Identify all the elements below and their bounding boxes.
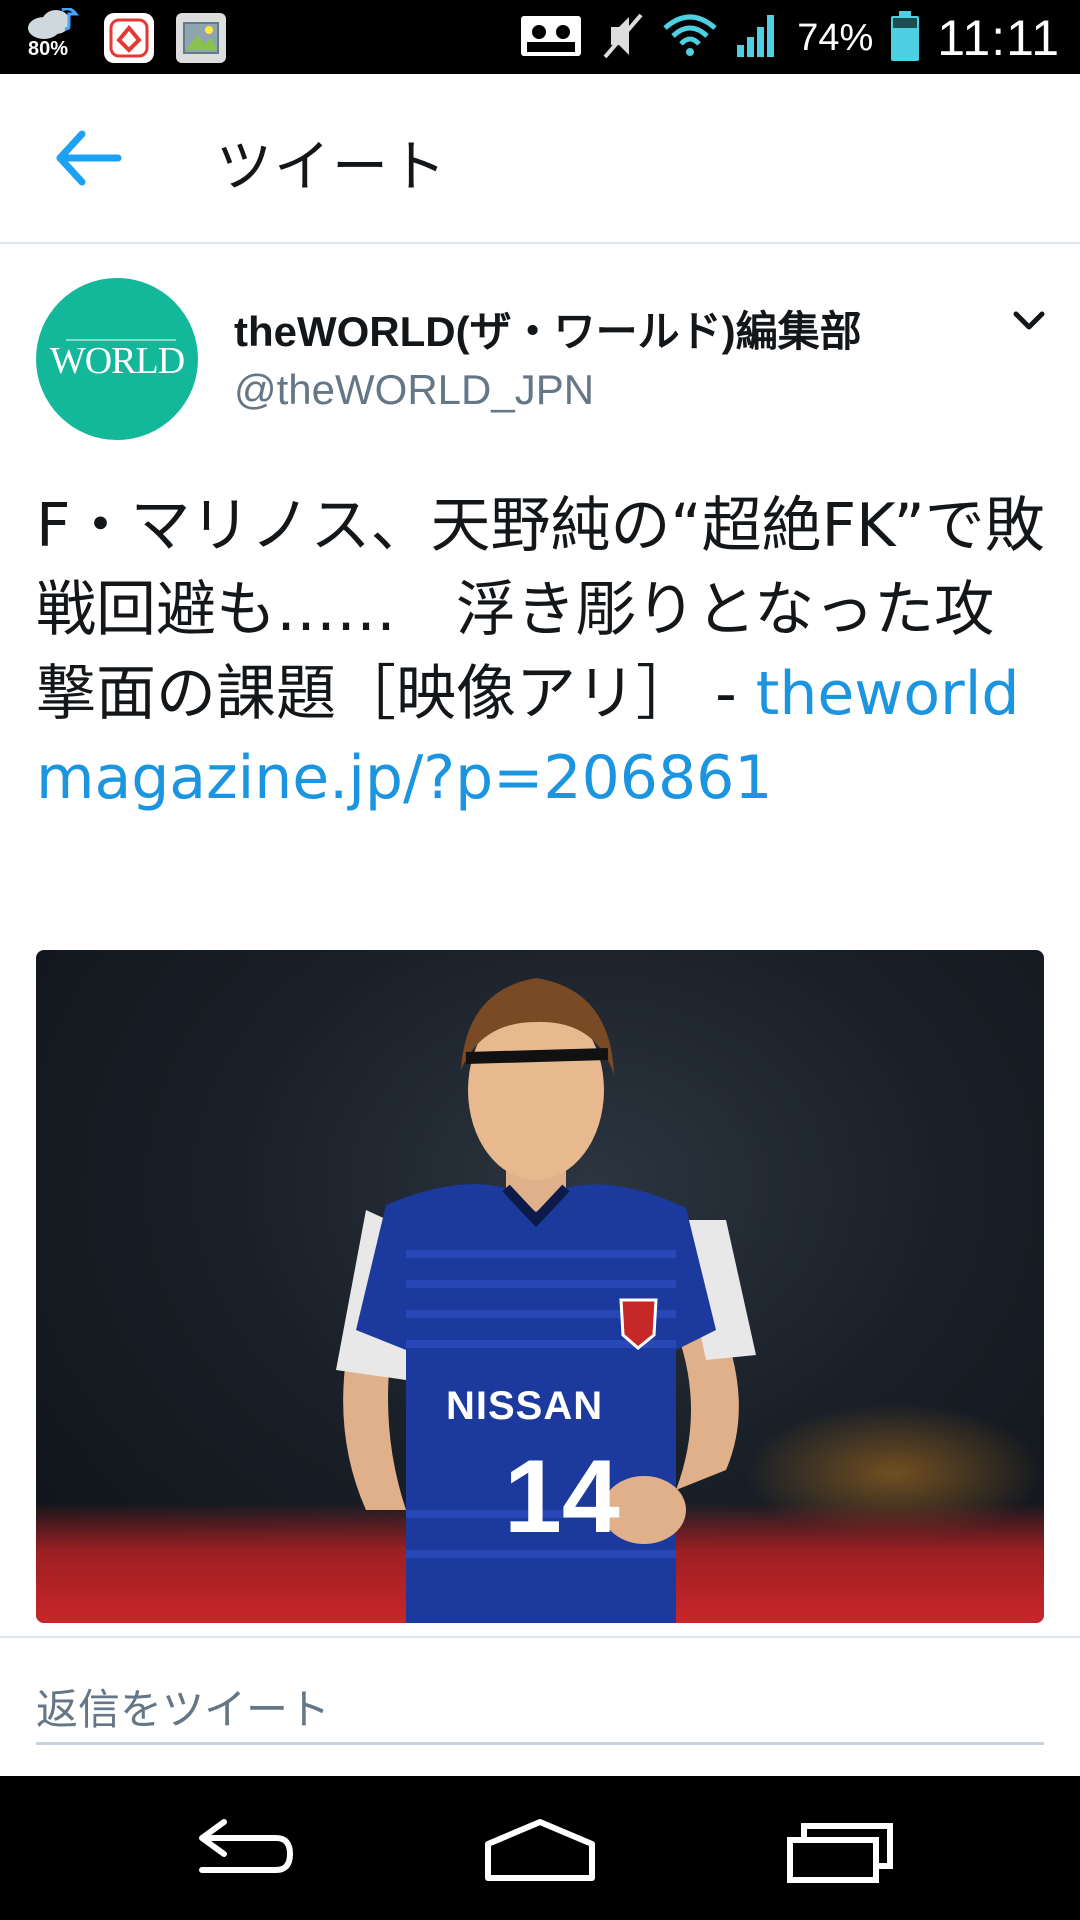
status-bar: 80% 74% 11:11 xyxy=(0,0,1080,74)
tweet-menu-button[interactable] xyxy=(1012,306,1046,336)
weather-icon: 80% xyxy=(22,7,82,68)
back-arrow-icon xyxy=(56,130,122,186)
display-name[interactable]: theWORLD(ザ・ワールド)編集部 xyxy=(234,298,862,359)
weather-percent: 80% xyxy=(28,38,69,60)
reply-composer xyxy=(0,1636,1080,1778)
app-icon xyxy=(104,13,154,63)
system-nav-bar xyxy=(0,1776,1080,1920)
avatar[interactable]: WORLD xyxy=(36,278,198,440)
app-toolbar: ツイート xyxy=(0,74,1080,244)
signal-icon xyxy=(735,13,779,63)
clock: 11:11 xyxy=(937,10,1060,66)
nav-back-button[interactable] xyxy=(180,1816,300,1886)
status-left: 80% xyxy=(22,7,226,68)
tweet-media-image[interactable]: NISSAN 14 xyxy=(36,950,1044,1623)
battery-percent: 74% xyxy=(797,16,874,59)
status-right: 74% 11:11 xyxy=(519,8,1060,68)
mute-icon xyxy=(601,11,645,65)
jersey-number: 14 xyxy=(504,1439,620,1555)
user-handle[interactable]: @theWORLD_JPN xyxy=(234,366,594,414)
tweet-text: F・マリノス、天野純の“超絶FK”で敗戦回避も…… 浮き彫りとなった攻撃面の課題… xyxy=(36,484,1046,820)
chevron-down-icon xyxy=(1013,311,1045,330)
wifi-icon xyxy=(663,14,717,62)
notification-icon xyxy=(519,14,583,62)
svg-text:WORLD: WORLD xyxy=(50,340,184,382)
nav-home-button[interactable] xyxy=(480,1816,600,1886)
avatar-logo: WORLD xyxy=(36,278,198,440)
reply-input[interactable] xyxy=(36,1676,1044,1745)
home-icon xyxy=(485,1819,595,1881)
battery-icon xyxy=(891,11,920,65)
gallery-icon xyxy=(176,13,226,63)
nav-recents-button[interactable] xyxy=(780,1816,900,1886)
recents-icon xyxy=(787,1823,893,1883)
page-title: ツイート xyxy=(216,135,448,200)
back-button[interactable] xyxy=(52,128,124,188)
jersey-sponsor: NISSAN xyxy=(446,1384,604,1428)
back-icon xyxy=(199,1819,294,1873)
